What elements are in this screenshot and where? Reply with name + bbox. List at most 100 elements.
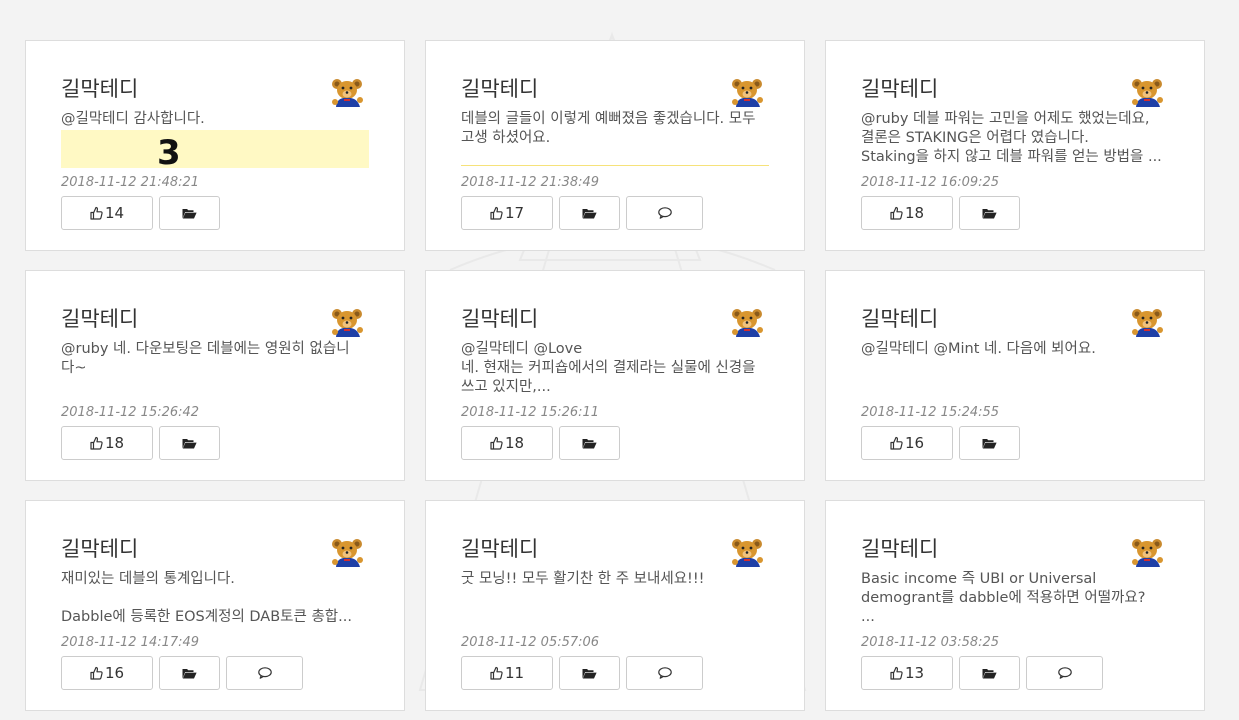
- like-count: 18: [104, 434, 125, 452]
- teddy-bear-icon[interactable]: [330, 307, 364, 337]
- post-card[interactable]: 길막테디 @길막테디 감사합니다. 3 2018-11-12 21:48:21: [25, 40, 405, 251]
- like-button[interactable]: 18: [861, 196, 953, 230]
- excerpt-line: 굿 모닝!! 모두 활기찬 한 주 보내세요!!!: [461, 571, 705, 587]
- author-name[interactable]: 길막테디: [461, 73, 538, 103]
- teddy-bear-icon[interactable]: [330, 77, 364, 107]
- post-card[interactable]: 길막테디 Basic income 즉 UBI or Universal demo…: [825, 500, 1205, 711]
- author-name[interactable]: 길막테디: [461, 303, 538, 333]
- excerpt-line: Staking을 하지 않고 데블 파워를 얻는 방법을 ...: [861, 149, 1162, 165]
- post-timestamp: 2018-11-12 16:09:25: [861, 175, 1000, 190]
- teddy-bear-icon[interactable]: [330, 537, 364, 567]
- thumbs-up-icon: [90, 666, 103, 680]
- folder-open-icon: [182, 208, 197, 218]
- comment-icon: [657, 207, 672, 219]
- like-button[interactable]: 13: [861, 656, 953, 690]
- folder-button[interactable]: [559, 196, 620, 230]
- post-excerpt[interactable]: @길막테디 @Mint 네. 다음에 뵈어요.: [861, 340, 1171, 359]
- post-excerpt[interactable]: @ruby 데블 파워는 고민을 어제도 했었는데요, 결론은 STAKING은 …: [861, 110, 1171, 167]
- like-button[interactable]: 11: [461, 656, 553, 690]
- post-excerpt[interactable]: Basic income 즉 UBI or Universal demogrant…: [861, 570, 1171, 627]
- post-timestamp: 2018-11-12 15:26:42: [61, 405, 200, 420]
- post-card[interactable]: 길막테디 데블의 글들이 이렇게 예뻐졌음 좋겠습니다. 모두 고생 하셨어요. …: [425, 40, 805, 251]
- post-excerpt[interactable]: 굿 모닝!! 모두 활기찬 한 주 보내세요!!!: [461, 570, 771, 589]
- post-excerpt[interactable]: @ruby 네. 다운보팅은 데블에는 영원히 없습니 다~: [61, 340, 371, 378]
- excerpt-line: @길막테디 @Mint 네. 다음에 뵈어요.: [861, 341, 1096, 357]
- like-button[interactable]: 18: [61, 426, 153, 460]
- comment-button[interactable]: [226, 656, 303, 690]
- thumbs-up-icon: [490, 666, 503, 680]
- teddy-bear-icon[interactable]: [1130, 307, 1164, 337]
- post-card[interactable]: 길막테디 @ruby 데블 파워는 고민을 어제도 했었는데요, 결론은 STAK…: [825, 40, 1205, 251]
- post-thumbnail[interactable]: [461, 165, 769, 166]
- teddy-bear-icon[interactable]: [1130, 537, 1164, 567]
- folder-button[interactable]: [959, 426, 1020, 460]
- folder-button[interactable]: [559, 656, 620, 690]
- like-count: 11: [504, 664, 525, 682]
- author-name[interactable]: 길막테디: [861, 533, 938, 563]
- post-actions: 13: [861, 656, 1103, 690]
- teddy-bear-icon[interactable]: [730, 537, 764, 567]
- thumbs-up-icon: [890, 436, 903, 450]
- author-name[interactable]: 길막테디: [61, 303, 138, 333]
- post-timestamp: 2018-11-12 05:57:06: [461, 635, 600, 650]
- thumbs-up-icon: [90, 206, 103, 220]
- post-actions: 18: [461, 426, 620, 460]
- like-count: 16: [904, 434, 925, 452]
- folder-open-icon: [982, 208, 997, 218]
- like-button[interactable]: 14: [61, 196, 153, 230]
- author-name[interactable]: 길막테디: [861, 73, 938, 103]
- post-excerpt[interactable]: @길막테디 감사합니다.: [61, 110, 371, 129]
- author-name[interactable]: 길막테디: [861, 303, 938, 333]
- post-excerpt[interactable]: 재미있는 데블의 통계입니다. Dabble에 등록한 EOS계정의 DAB토큰 …: [61, 570, 371, 627]
- folder-open-icon: [182, 438, 197, 448]
- post-actions: 16: [61, 656, 303, 690]
- comment-button[interactable]: [626, 196, 703, 230]
- comment-button[interactable]: [626, 656, 703, 690]
- post-actions: 11: [461, 656, 703, 690]
- excerpt-line: Basic income 즉 UBI or Universal: [861, 571, 1097, 587]
- excerpt-line: 쓰고 있지만,...: [461, 379, 551, 395]
- teddy-bear-icon[interactable]: [1130, 77, 1164, 107]
- post-actions: 18: [61, 426, 220, 460]
- post-excerpt[interactable]: @길막테디 @Love 네. 현재는 커피숍에서의 결제라는 실물에 신경을 쓰고 …: [461, 340, 771, 397]
- post-card[interactable]: 길막테디 @길막테디 @Love 네. 현재는 커피숍에서의 결제라는 실물에 신…: [425, 270, 805, 481]
- post-card[interactable]: 길막테디 굿 모닝!! 모두 활기찬 한 주 보내세요!!! 2018-11-1…: [425, 500, 805, 711]
- author-name[interactable]: 길막테디: [461, 533, 538, 563]
- excerpt-line: 재미있는 데블의 통계입니다.: [61, 571, 235, 587]
- like-count: 16: [104, 664, 125, 682]
- like-count: 17: [504, 204, 525, 222]
- folder-button[interactable]: [959, 656, 1020, 690]
- post-card[interactable]: 길막테디 @길막테디 @Mint 네. 다음에 뵈어요. 2018-11-12 …: [825, 270, 1205, 481]
- author-name[interactable]: 길막테디: [61, 533, 138, 563]
- folder-button[interactable]: [159, 196, 220, 230]
- comment-button[interactable]: [1026, 656, 1103, 690]
- thumbs-up-icon: [490, 206, 503, 220]
- post-actions: 18: [861, 196, 1020, 230]
- folder-button[interactable]: [959, 196, 1020, 230]
- post-thumbnail[interactable]: 3: [61, 130, 369, 168]
- excerpt-line: @ruby 네. 다운보팅은 데블에는 영원히 없습니: [61, 341, 350, 357]
- post-card[interactable]: 길막테디 @ruby 네. 다운보팅은 데블에는 영원히 없습니 다~ 2018-…: [25, 270, 405, 481]
- post-grid: 길막테디 @길막테디 감사합니다. 3 2018-11-12 21:48:21: [25, 40, 1205, 711]
- excerpt-line: 데블의 글들이 이렇게 예뻐졌음 좋겠습니다. 모두: [461, 111, 756, 127]
- like-button[interactable]: 18: [461, 426, 553, 460]
- like-count: 13: [904, 664, 925, 682]
- like-button[interactable]: 16: [61, 656, 153, 690]
- folder-button[interactable]: [159, 656, 220, 690]
- post-timestamp: 2018-11-12 21:38:49: [461, 175, 600, 190]
- excerpt-line: 고생 하셨어요.: [461, 130, 551, 146]
- teddy-bear-icon[interactable]: [730, 77, 764, 107]
- excerpt-line: 네. 현재는 커피숍에서의 결제라는 실물에 신경을: [461, 360, 756, 376]
- like-button[interactable]: 16: [861, 426, 953, 460]
- thumbnail-mark: 3: [157, 133, 181, 168]
- post-excerpt[interactable]: 데블의 글들이 이렇게 예뻐졌음 좋겠습니다. 모두고생 하셨어요.: [461, 110, 771, 148]
- folder-button[interactable]: [559, 426, 620, 460]
- comment-icon: [257, 667, 272, 679]
- post-timestamp: 2018-11-12 21:48:21: [61, 175, 200, 190]
- post-card[interactable]: 길막테디 재미있는 데블의 통계입니다. Dabble에 등록한 EOS계정의 D…: [25, 500, 405, 711]
- like-button[interactable]: 17: [461, 196, 553, 230]
- folder-open-icon: [982, 438, 997, 448]
- teddy-bear-icon[interactable]: [730, 307, 764, 337]
- folder-button[interactable]: [159, 426, 220, 460]
- author-name[interactable]: 길막테디: [61, 73, 138, 103]
